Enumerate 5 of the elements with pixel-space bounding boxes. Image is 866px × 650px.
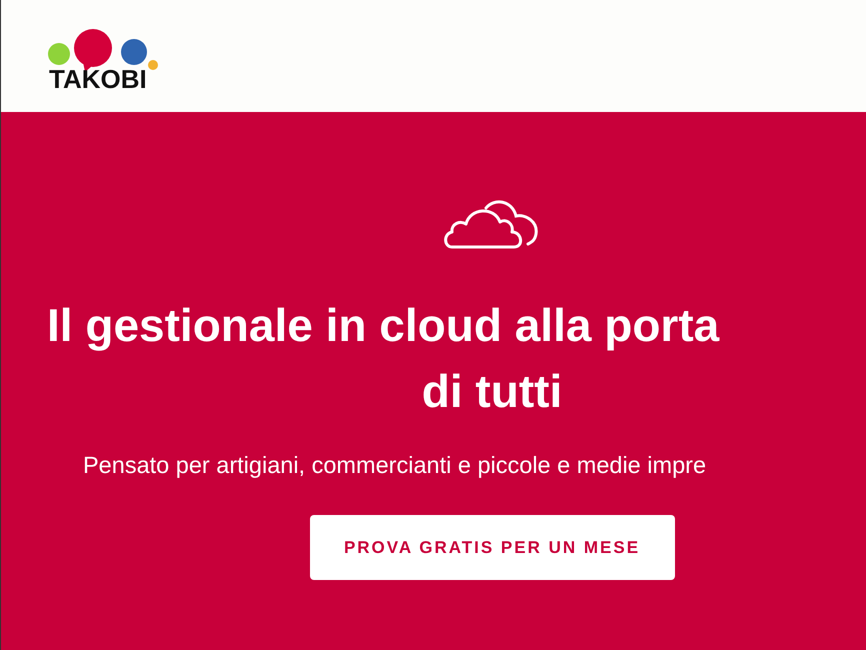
headline: Il gestionale in cloud alla porta [47, 298, 720, 353]
headline: di tutti [422, 364, 562, 419]
hero-subtitle: Pensato per artigiani, commercianti e piccole e medie impre [83, 452, 706, 479]
logo[interactable]: TAKOBI [47, 28, 159, 90]
free-trial-button[interactable]: PROVA GRATIS PER UN MESE [310, 515, 674, 580]
